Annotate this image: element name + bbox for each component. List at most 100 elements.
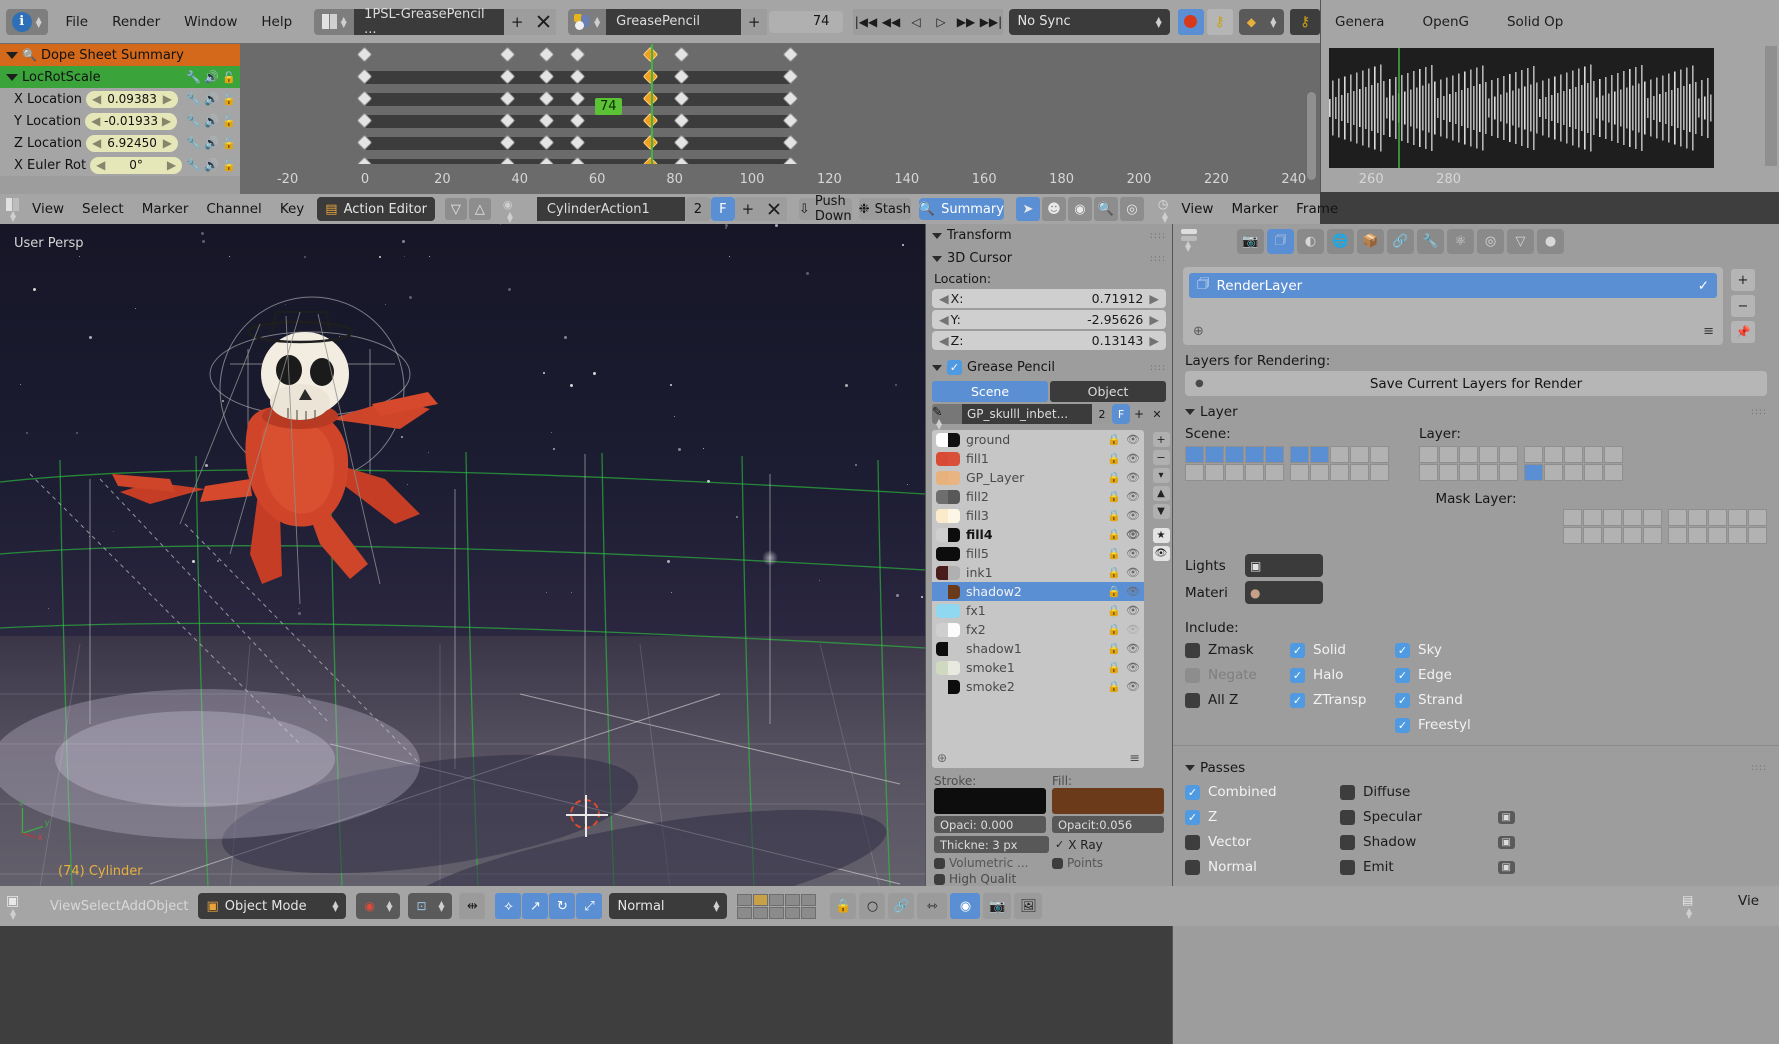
current-frame-field[interactable]: 74 (769, 10, 844, 33)
lock-icon[interactable]: 🔒 (1107, 509, 1121, 522)
layer-color-swatch[interactable] (936, 622, 960, 637)
action-menu-view[interactable]: View (23, 201, 73, 217)
layer-color-swatch[interactable] (936, 546, 960, 561)
modifier-icon[interactable]: 🔧 (186, 70, 201, 84)
menu-help[interactable]: Help (249, 14, 304, 30)
triangle-down-icon[interactable] (6, 51, 18, 59)
scene-icon[interactable]: ▲ ▼ (568, 8, 607, 35)
layer-panel-header[interactable]: Layer :::: (1173, 396, 1779, 422)
manipulator-enable-icon[interactable]: ⟡ (495, 893, 522, 919)
scene-layer-grid-a[interactable] (1185, 446, 1284, 481)
decrement-arrow-icon[interactable]: ◀ (939, 333, 949, 348)
lock-icon[interactable]: 🔒 (1107, 566, 1121, 579)
grease-pencil-panel-header[interactable]: ✓ Grease Pencil :::: (926, 356, 1172, 379)
mute-speaker-icon[interactable]: 🔊 (204, 70, 219, 84)
menu-window[interactable]: Window (172, 14, 249, 30)
scene-layer-toggles[interactable] (737, 893, 817, 919)
unlink-action-button[interactable] (760, 197, 787, 221)
action-icon[interactable]: ◉ ▲ ▼ (503, 197, 537, 224)
menu-render[interactable]: Render (100, 14, 172, 30)
keyframe-diamond-icon[interactable] (356, 46, 373, 63)
modifier-icon[interactable]: 🔧 (186, 136, 201, 150)
lock-icon[interactable]: 🔓 (222, 159, 236, 172)
checkbox-zmask[interactable]: Zmask (1185, 642, 1290, 658)
checkbox-normal[interactable]: Normal (1185, 859, 1340, 875)
delete-layout-button[interactable] (530, 8, 557, 35)
move-layer-up-icon[interactable]: ▲ (1152, 486, 1170, 501)
mask-layer-grid-a[interactable] (1563, 509, 1662, 544)
add-layer-icon[interactable]: ⊕ (937, 751, 947, 765)
layer-color-swatch[interactable] (936, 679, 960, 694)
filter-up-icon[interactable]: △ (468, 198, 491, 220)
cursor-axis-field[interactable]: ◀ Z: 0.13143 ▶ (932, 331, 1166, 350)
decrement-arrow-icon[interactable]: ◀ (939, 291, 949, 306)
increment-arrow-icon[interactable]: ▶ (163, 92, 172, 106)
gp-layer-row[interactable]: ground 🔒 👁 (932, 430, 1144, 449)
cursor-axis-field[interactable]: ◀ X: 0.71912 ▶ (932, 289, 1166, 308)
gp-layer-row[interactable]: fill4 🔒 👁 (932, 525, 1144, 544)
dope-channel-row[interactable]: LocRotScale 🔧 🔊 🔓 (0, 66, 240, 88)
layer-color-swatch[interactable] (936, 489, 960, 504)
fill-color-swatch[interactable] (1052, 788, 1164, 814)
gp-layer-row[interactable]: shadow1 🔒 👁 (932, 639, 1144, 658)
stroke-opacity-slider[interactable]: Opaci: 0.000 (934, 816, 1046, 833)
jump-to-end-icon[interactable]: ▶▶| (978, 8, 1004, 35)
new-action-button[interactable]: + (734, 197, 761, 221)
link-icon[interactable]: 🔗 (888, 893, 915, 919)
increment-arrow-icon[interactable]: ▶ (163, 136, 172, 150)
tab-scene-icon[interactable]: ◐ (1297, 229, 1324, 254)
volumetric-toggle[interactable]: Volumetric ... (934, 856, 1046, 870)
checkbox-shadow[interactable]: Shadow ▣ (1340, 834, 1515, 850)
transform-panel-header[interactable]: Transform :::: (926, 224, 1172, 247)
render-layer-item[interactable]: 🗇 RenderLayer ✓ (1189, 273, 1717, 298)
render-layer-enabled-checkbox[interactable]: ✓ (1698, 278, 1709, 294)
proportional-edit-icon[interactable]: ⇿ (917, 893, 948, 919)
gp-users-count[interactable]: 2 (1092, 404, 1112, 424)
render-layer-list-box[interactable]: 🗇 RenderLayer ✓ ⊕ ≡ (1183, 267, 1723, 345)
viewport-menu-view[interactable]: View (50, 899, 81, 914)
checkbox-emit[interactable]: Emit ▣ (1340, 859, 1515, 875)
lock-icon[interactable]: 🔒 (1107, 585, 1121, 598)
keyframe-key-icon[interactable]: ⚷ (1206, 8, 1233, 35)
checkbox-negate[interactable]: Negate (1185, 667, 1290, 683)
lock-icon[interactable]: 🔓 (222, 115, 236, 128)
menu-file[interactable]: File (54, 14, 101, 30)
layer-menu-icon[interactable]: ▾ (1152, 468, 1170, 483)
sync-mode-dropdown[interactable]: No Sync ▲ ▼ (1009, 8, 1170, 35)
modifier-icon[interactable]: 🔧 (186, 158, 201, 172)
eye-icon[interactable]: 👁 (1126, 585, 1140, 598)
layer-grid-b[interactable] (1524, 446, 1623, 481)
layer-color-swatch[interactable] (936, 660, 960, 675)
scene-layer-grid-b[interactable] (1290, 446, 1389, 481)
keying-type-dropdown[interactable]: ◆ ▲ ▼ (1238, 8, 1285, 35)
points-toggle[interactable]: Points (1052, 856, 1164, 870)
increment-arrow-icon[interactable]: ▶ (1149, 312, 1159, 327)
viewport-menu-select[interactable]: Select (81, 899, 121, 914)
action-name[interactable]: CylinderAction1 (536, 197, 685, 221)
eye-icon[interactable]: 👁 (1126, 547, 1140, 560)
viewport-shading-dropdown[interactable]: ◉ ▲ ▼ (356, 893, 401, 919)
checkbox-vector[interactable]: Vector (1185, 834, 1340, 850)
pin-icon[interactable]: 📌 (1731, 321, 1755, 343)
dope-sheet-vertical-scrollbar[interactable] (1307, 92, 1316, 180)
filter-down-icon[interactable]: ▽ (444, 198, 467, 220)
checkbox-solid[interactable]: ✓ Solid (1290, 642, 1395, 658)
keyframe-diamond-icon[interactable] (499, 46, 516, 63)
timeline-menu-view[interactable]: View (1172, 201, 1222, 217)
grease-pencil-enable-checkbox[interactable]: ✓ (947, 360, 962, 375)
auto-keyframe-record-icon[interactable] (1177, 8, 1204, 35)
tab-particles-icon[interactable]: ⚛ (1447, 229, 1474, 254)
checkbox-sky[interactable]: ✓ Sky (1395, 642, 1500, 658)
viewport-side-panel[interactable]: Transform :::: 3D Cursor :::: Location: … (925, 224, 1172, 888)
modifier-icon[interactable]: 🔧 (186, 114, 201, 128)
tab-modifiers-icon[interactable]: 🔧 (1417, 229, 1444, 254)
right-window-scrollbar[interactable] (1765, 46, 1777, 166)
editor-type-selector[interactable]: i ▲ ▼ (6, 8, 48, 35)
fake-user-toggle[interactable]: F (710, 197, 735, 221)
lock-icon[interactable]: 🔒 (1107, 547, 1121, 560)
increment-arrow-icon[interactable]: ▶ (1149, 291, 1159, 306)
action-menu-channel[interactable]: Channel (197, 201, 270, 217)
layer-color-swatch[interactable] (936, 508, 960, 523)
dope-channel-row[interactable]: 🔍 Dope Sheet Summary (0, 44, 240, 66)
layer-grid-a[interactable] (1419, 446, 1518, 481)
